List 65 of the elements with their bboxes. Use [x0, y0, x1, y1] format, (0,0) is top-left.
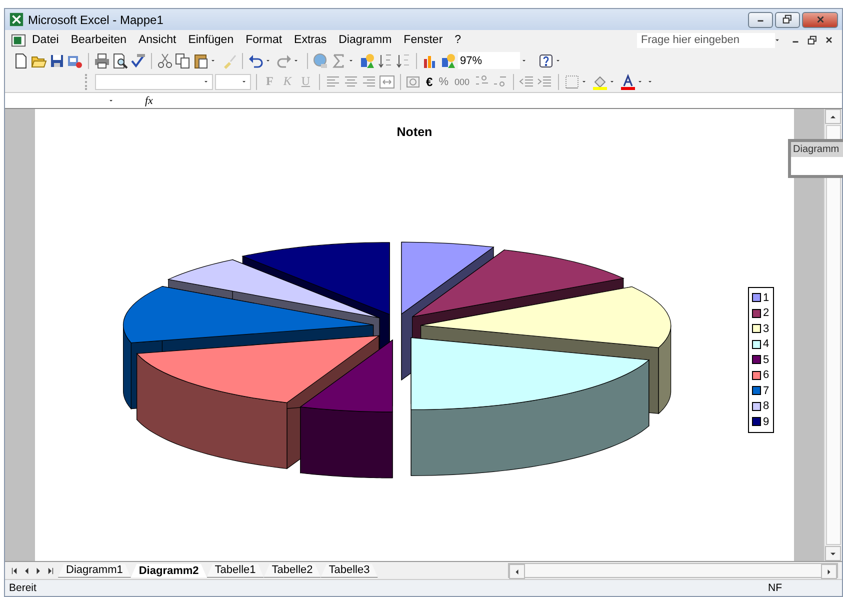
legend-label: 6 — [763, 369, 770, 382]
undo-icon[interactable] — [248, 52, 264, 68]
scroll-left-button[interactable] — [509, 564, 525, 579]
sheet-tab[interactable]: Diagramm2 — [130, 564, 207, 578]
menu-item[interactable]: Fenster — [398, 32, 449, 48]
legend-label: 8 — [763, 400, 770, 412]
font-color-icon[interactable] — [620, 74, 636, 90]
toolbar-title: Diagramm — [791, 142, 843, 157]
menu-item[interactable]: Extras — [288, 32, 333, 48]
print-preview-icon[interactable] — [112, 52, 128, 68]
copy-icon[interactable] — [175, 52, 191, 68]
menu-item[interactable]: Diagramm — [332, 32, 398, 48]
chart-title: Noten — [396, 125, 432, 139]
help-icon[interactable] — [538, 52, 554, 68]
horizontal-scrollbar[interactable] — [508, 563, 838, 578]
legend-label: 7 — [763, 384, 770, 397]
legend-label: 9 — [763, 416, 770, 428]
drawing-icon[interactable] — [359, 52, 375, 68]
sheet-tab[interactable]: Diagramm1 — [58, 564, 131, 578]
new-document-icon[interactable] — [13, 52, 29, 68]
zoom-dropdown[interactable]: 97% — [458, 52, 520, 69]
save-icon[interactable] — [49, 52, 65, 68]
font-name-field[interactable] — [95, 74, 213, 90]
sheet-tab[interactable]: Tabelle1 — [206, 564, 264, 578]
restore-icon[interactable] — [807, 34, 818, 46]
menu-item[interactable]: ? — [448, 32, 468, 48]
menu-item[interactable]: Format — [240, 32, 288, 48]
status-text: Bereit — [9, 582, 36, 594]
help-search-field[interactable]: Frage hier eingeben — [637, 32, 775, 48]
restore-icon — [782, 14, 793, 25]
minimize-button[interactable] — [748, 12, 773, 28]
scroll-down-button[interactable] — [825, 546, 841, 561]
close-icon[interactable] — [824, 35, 834, 45]
close-button[interactable] — [802, 12, 838, 28]
close-icon — [814, 14, 826, 25]
menu-item[interactable]: Datei — [26, 32, 65, 48]
paste-icon[interactable] — [193, 52, 209, 68]
print-icon[interactable] — [94, 52, 110, 68]
workbook-icon[interactable] — [11, 32, 26, 48]
formula-label[interactable]: fx — [145, 94, 153, 106]
menu-item[interactable]: Bearbeiten — [64, 32, 132, 48]
spellcheck-icon[interactable] — [130, 52, 146, 68]
window-title: Microsoft Excel - Mappe1 — [28, 12, 164, 26]
legend-label: 3 — [763, 322, 770, 335]
drawing-icon[interactable] — [440, 52, 456, 68]
sheet-tab[interactable]: Tabelle2 — [264, 564, 321, 578]
font-size-field[interactable] — [215, 74, 251, 90]
menu-item[interactable]: Ansicht — [132, 32, 182, 48]
sheet-tab[interactable]: Tabelle3 — [320, 564, 378, 578]
legend-label: 1 — [763, 292, 770, 304]
scroll-up-button[interactable] — [825, 109, 841, 124]
floating-toolbar[interactable]: Diagramm — [788, 139, 843, 178]
maximize-button[interactable] — [775, 12, 800, 28]
sort-descending-icon[interactable] — [395, 52, 411, 68]
legend-label: 5 — [763, 354, 770, 366]
legend-label: 2 — [763, 307, 770, 320]
status-indicator: NF — [768, 582, 782, 594]
cut-icon[interactable] — [157, 52, 173, 68]
fill-color-icon[interactable] — [592, 74, 608, 90]
merge-cells-icon[interactable] — [379, 74, 396, 90]
excel-logo-icon — [9, 12, 24, 27]
sort-ascending-icon[interactable] — [377, 52, 393, 68]
scroll-right-button[interactable] — [821, 564, 837, 579]
legend-label: 4 — [763, 338, 770, 350]
menu-item[interactable]: Einfügen — [182, 32, 240, 48]
